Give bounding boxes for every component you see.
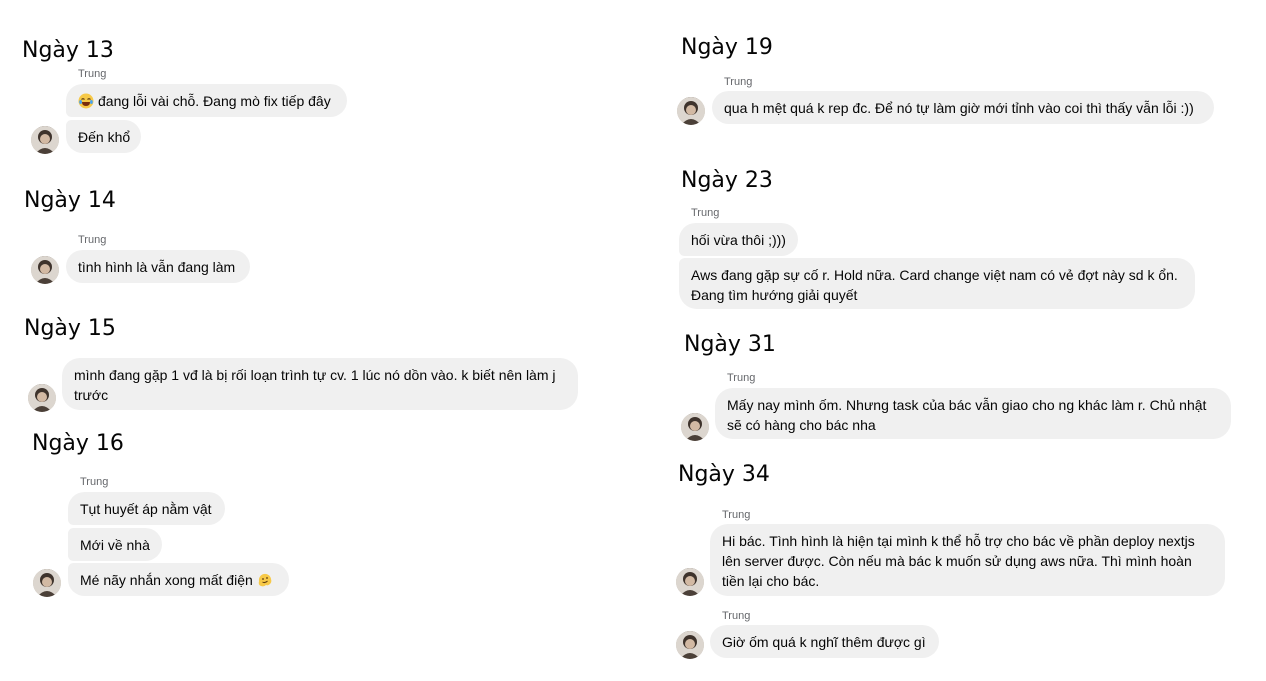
message-text: mình đang gặp 1 vđ là bị rối loạn trình … [74, 367, 556, 403]
avatar[interactable] [31, 256, 59, 284]
sender-name: Trung [78, 68, 107, 80]
message-text: tình hình là vẫn đang làm [78, 258, 236, 275]
message-text: hối vừa thôi ;))) [691, 231, 786, 248]
message-bubble[interactable]: Mấy nay mình ốm. Nhưng task của bác vẫn … [715, 388, 1231, 439]
message-text: Mới về nhà [80, 536, 150, 553]
message-bubble[interactable]: mình đang gặp 1 vđ là bị rối loạn trình … [62, 358, 578, 410]
message-bubble[interactable]: Đến khổ [66, 120, 141, 153]
message-bubble[interactable]: Hi bác. Tình hình là hiện tại mình k thể… [710, 524, 1225, 596]
day-heading-15: Ngày 15 [24, 316, 116, 341]
message-text: Aws đang gặp sự cố r. Hold nữa. Card cha… [691, 267, 1178, 303]
message-text: qua h mệt quá k rep đc. Để nó tự làm giờ… [724, 99, 1194, 116]
day-heading-23: Ngày 23 [681, 168, 773, 193]
message-bubble[interactable]: đang lỗi vài chỗ. Đang mò fix tiếp đây [66, 84, 347, 117]
avatar[interactable] [33, 569, 61, 597]
day-heading-16: Ngày 16 [32, 431, 124, 456]
message-text: Đến khổ [78, 128, 131, 145]
avatar[interactable] [681, 413, 709, 441]
message-text: đang lỗi vài chỗ. Đang mò fix tiếp đây [98, 92, 331, 109]
day-heading-34: Ngày 34 [678, 462, 770, 487]
day-heading-13: Ngày 13 [22, 38, 114, 63]
message-text: Mé nãy nhắn xong mất điện [80, 571, 253, 588]
sender-name: Trung [691, 207, 720, 219]
day-heading-14: Ngày 14 [24, 188, 116, 213]
message-bubble[interactable]: Tụt huyết áp nằm vật [68, 492, 225, 525]
avatar[interactable] [677, 97, 705, 125]
message-bubble[interactable]: Mé nãy nhắn xong mất điện [68, 563, 289, 596]
avatar[interactable] [676, 568, 704, 596]
sender-name: Trung [727, 372, 756, 384]
sender-name: Trung [80, 476, 109, 488]
message-bubble[interactable]: Mới về nhà [68, 528, 162, 561]
message-text: Hi bác. Tình hình là hiện tại mình k thể… [722, 533, 1195, 589]
sender-name: Trung [78, 234, 107, 246]
day-heading-31: Ngày 31 [684, 332, 776, 357]
sender-name: Trung [722, 509, 751, 521]
message-bubble[interactable]: Aws đang gặp sự cố r. Hold nữa. Card cha… [679, 258, 1195, 309]
day-heading-19: Ngày 19 [681, 35, 773, 60]
message-bubble[interactable]: Giờ ốm quá k nghĩ thêm được gì [710, 625, 939, 658]
message-text: Tụt huyết áp nằm vật [80, 500, 212, 517]
avatar[interactable] [31, 126, 59, 154]
message-bubble[interactable]: qua h mệt quá k rep đc. Để nó tự làm giờ… [712, 91, 1214, 124]
avatar[interactable] [28, 384, 56, 412]
laughing-tears-emoji-icon [78, 93, 94, 109]
message-text: Giờ ốm quá k nghĩ thêm được gì [722, 633, 926, 650]
message-bubble[interactable]: tình hình là vẫn đang làm [66, 250, 250, 283]
sender-name: Trung [724, 76, 753, 88]
avatar[interactable] [676, 631, 704, 659]
melting-face-emoji-icon [257, 572, 273, 588]
message-text: Mấy nay mình ốm. Nhưng task của bác vẫn … [727, 397, 1207, 433]
message-bubble[interactable]: hối vừa thôi ;))) [679, 223, 798, 256]
sender-name: Trung [722, 610, 751, 622]
